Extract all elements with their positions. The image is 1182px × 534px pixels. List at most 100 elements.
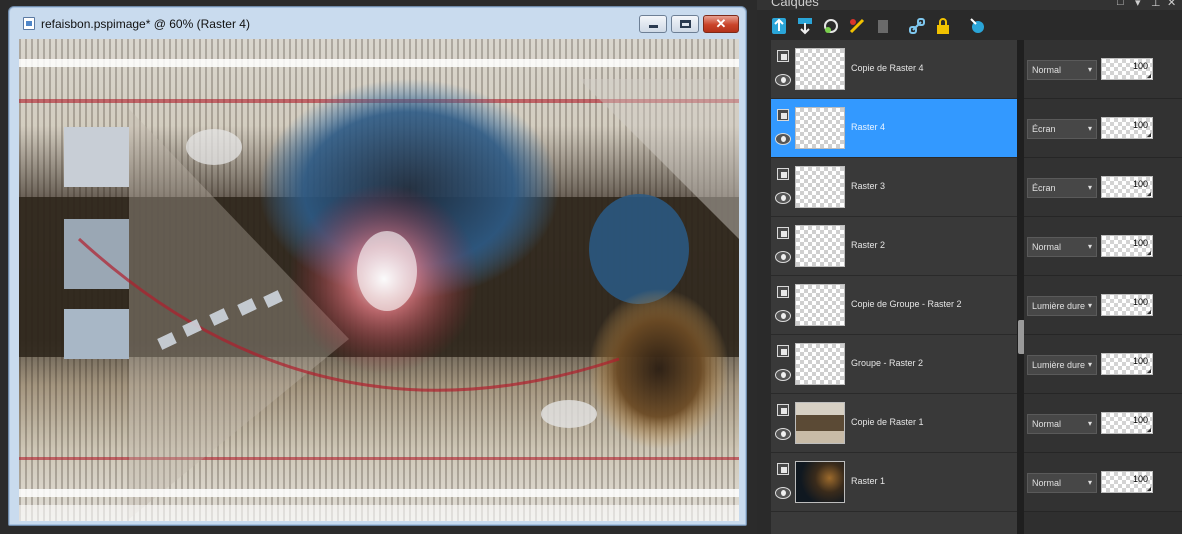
visibility-eye-icon[interactable]	[775, 133, 791, 145]
layer-lock-icon[interactable]	[777, 286, 789, 298]
close-button[interactable]: ✕	[703, 15, 739, 33]
layer-properties-row: Écran ▾ 100	[1024, 158, 1182, 217]
new-adjustment-layer-icon[interactable]	[823, 17, 839, 35]
layer-lock-icon[interactable]	[777, 168, 789, 180]
layer-row[interactable]: Raster 1	[771, 453, 1017, 512]
document-icon	[23, 17, 35, 30]
blend-mode-select[interactable]: Écran ▾	[1027, 119, 1097, 139]
blend-mode-select[interactable]: Écran ▾	[1027, 178, 1097, 198]
layer-lock-icon[interactable]	[777, 109, 789, 121]
opacity-field[interactable]: 100	[1101, 471, 1153, 493]
blend-mode-value: Normal	[1032, 419, 1062, 429]
link-icon[interactable]	[909, 17, 925, 35]
chevron-down-icon: ▾	[1087, 360, 1092, 369]
layer-thumbnail[interactable]	[795, 48, 845, 90]
panel-close-icon[interactable]: ✕	[1167, 0, 1176, 9]
layer-thumbnail[interactable]	[795, 343, 845, 385]
minimize-button[interactable]	[639, 15, 667, 33]
panel-pin-icon[interactable]: ⊥	[1151, 0, 1161, 9]
layer-name: Groupe - Raster 2	[851, 358, 924, 368]
chevron-down-icon: ▾	[1087, 183, 1092, 192]
layer-lock-icon[interactable]	[777, 50, 789, 62]
opacity-field[interactable]: 100	[1101, 353, 1153, 375]
visibility-eye-icon[interactable]	[775, 369, 791, 381]
layer-name: Copie de Raster 1	[851, 417, 924, 427]
maximize-button[interactable]	[671, 15, 699, 33]
layer-row[interactable]: Groupe - Raster 2	[771, 335, 1017, 394]
layer-name: Raster 3	[851, 181, 886, 191]
opacity-field[interactable]: 100	[1101, 412, 1153, 434]
app-root: refaisbon.pspimage* @ 60% (Raster 4) ✕ C…	[0, 0, 1182, 534]
blend-mode-value: Normal	[1032, 65, 1062, 75]
visibility-eye-icon[interactable]	[775, 74, 791, 86]
layers-toolbar	[757, 12, 1182, 40]
opacity-field[interactable]: 100	[1101, 176, 1153, 198]
blend-mode-select[interactable]: Normal ▾	[1027, 60, 1097, 80]
layer-row[interactable]: Raster 4	[771, 99, 1017, 158]
lock-icon[interactable]	[935, 17, 951, 35]
delete-layer-icon[interactable]	[875, 17, 891, 35]
layer-thumbnail[interactable]	[795, 225, 845, 267]
opacity-field[interactable]: 100	[1101, 294, 1153, 316]
canvas-artwork	[19, 39, 739, 521]
layer-name: Raster 4	[851, 122, 886, 132]
close-icon: ✕	[715, 16, 727, 31]
maximize-icon	[680, 20, 691, 28]
layer-properties-row: Normal ▾ 100	[1024, 394, 1182, 453]
layer-thumbnail[interactable]	[795, 461, 845, 503]
blend-mode-select[interactable]: Normal ▾	[1027, 237, 1097, 257]
blend-mode-value: Écran	[1032, 183, 1056, 193]
layer-lock-icon[interactable]	[777, 463, 789, 475]
new-vector-layer-icon[interactable]	[797, 17, 813, 35]
chevron-down-icon: ▾	[1087, 478, 1092, 487]
visibility-eye-icon[interactable]	[775, 310, 791, 322]
layer-row[interactable]: Copie de Raster 4	[771, 40, 1017, 99]
layer-name: Copie de Raster 4	[851, 63, 924, 73]
blend-mode-value: Normal	[1032, 242, 1062, 252]
new-raster-layer-icon[interactable]	[771, 17, 787, 35]
layer-thumbnail[interactable]	[795, 107, 845, 149]
layer-thumbnail[interactable]	[795, 284, 845, 326]
visibility-eye-icon[interactable]	[775, 192, 791, 204]
layer-row[interactable]: Raster 3	[771, 158, 1017, 217]
layer-list[interactable]: Copie de Raster 4 Raster 4 Raster 3 Raster …	[771, 40, 1017, 534]
layer-thumbnail[interactable]	[795, 166, 845, 208]
layer-properties-row: Normal ▾ 100	[1024, 40, 1182, 99]
layer-thumbnail[interactable]	[795, 402, 845, 444]
panel-undock-icon[interactable]: □	[1117, 0, 1124, 8]
layer-lock-icon[interactable]	[777, 345, 789, 357]
image-canvas[interactable]	[19, 39, 739, 521]
blend-mode-select[interactable]: Normal ▾	[1027, 473, 1097, 493]
layer-style-icon[interactable]	[849, 17, 865, 35]
layer-name: Raster 1	[851, 476, 886, 486]
chevron-down-icon: ▾	[1087, 242, 1092, 251]
document-titlebar[interactable]: refaisbon.pspimage* @ 60% (Raster 4) ✕	[9, 7, 746, 37]
blend-mode-select[interactable]: Lumière dure ▾	[1027, 296, 1097, 316]
panel-menu-icon[interactable]: ▾	[1135, 0, 1141, 9]
layers-panel-title: Calques	[771, 0, 819, 9]
chevron-down-icon: ▾	[1087, 124, 1092, 133]
highlight-icon[interactable]	[969, 17, 985, 35]
visibility-eye-icon[interactable]	[775, 428, 791, 440]
visibility-eye-icon[interactable]	[775, 251, 791, 263]
layer-row[interactable]: Copie de Raster 1	[771, 394, 1017, 453]
opacity-field[interactable]: 100	[1101, 58, 1153, 80]
chevron-down-icon: ▾	[1087, 301, 1092, 310]
layer-lock-icon[interactable]	[777, 404, 789, 416]
layer-name: Raster 2	[851, 240, 886, 250]
blend-mode-value: Normal	[1032, 478, 1062, 488]
blend-mode-select[interactable]: Lumière dure ▾	[1027, 355, 1097, 375]
layer-lock-icon[interactable]	[777, 227, 789, 239]
document-window[interactable]: refaisbon.pspimage* @ 60% (Raster 4) ✕	[8, 6, 747, 526]
layer-row[interactable]: Copie de Groupe - Raster 2	[771, 276, 1017, 335]
layer-row[interactable]: Raster 2	[771, 217, 1017, 276]
panel-splitter[interactable]	[1017, 40, 1025, 534]
minimize-icon	[649, 25, 658, 28]
layer-name: Copie de Groupe - Raster 2	[851, 299, 962, 309]
opacity-field[interactable]: 100	[1101, 235, 1153, 257]
visibility-eye-icon[interactable]	[775, 487, 791, 499]
layer-properties-row: Normal ▾ 100	[1024, 453, 1182, 512]
blend-mode-select[interactable]: Normal ▾	[1027, 414, 1097, 434]
layers-panel-header: Calques □ ▾ ⊥ ✕	[757, 0, 1182, 10]
opacity-field[interactable]: 100	[1101, 117, 1153, 139]
